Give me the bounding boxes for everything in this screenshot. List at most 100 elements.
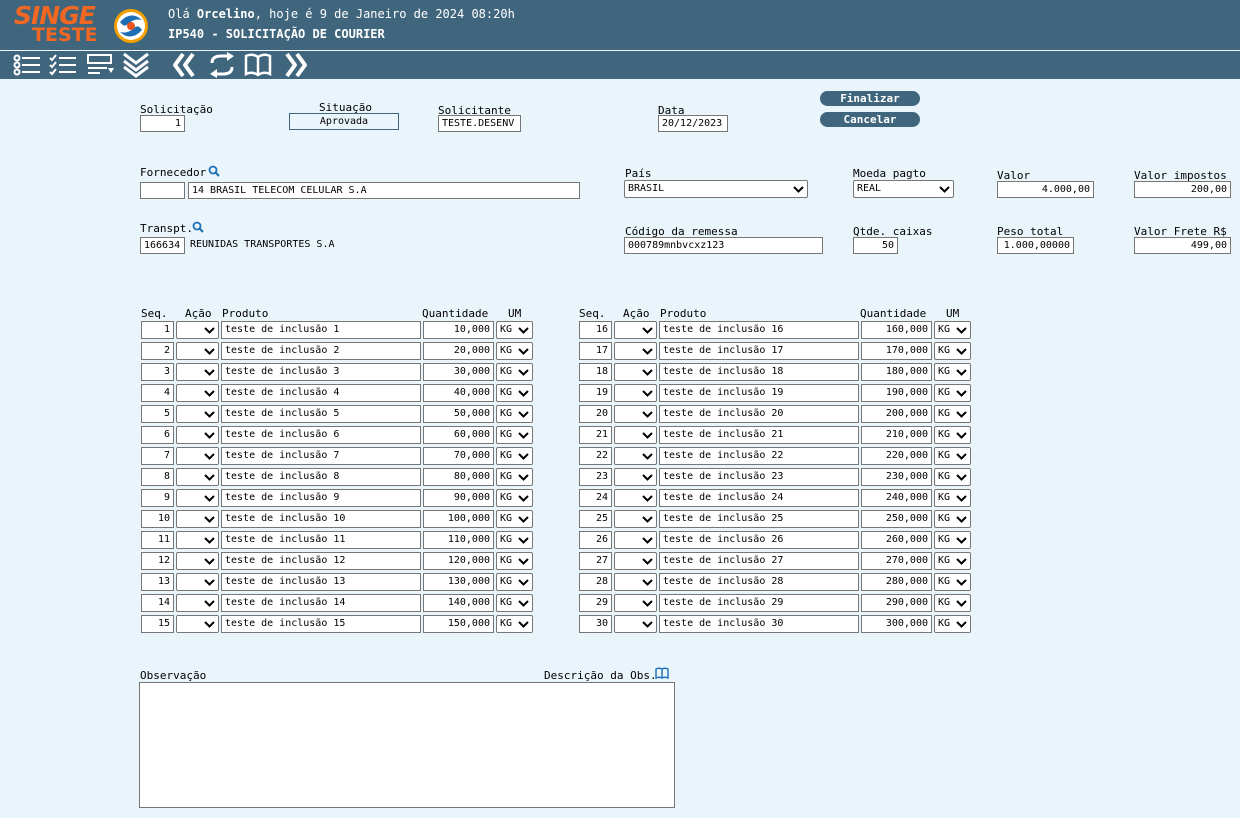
- produto-field[interactable]: teste de inclusão 5: [221, 405, 421, 423]
- valor-impostos-field[interactable]: 200,00: [1134, 181, 1231, 198]
- seq-field[interactable]: 23: [579, 468, 612, 486]
- seq-field[interactable]: 12: [141, 552, 174, 570]
- produto-field[interactable]: teste de inclusão 11: [221, 531, 421, 549]
- quantidade-field[interactable]: 180,000: [861, 363, 932, 381]
- produto-field[interactable]: teste de inclusão 3: [221, 363, 421, 381]
- produto-field[interactable]: teste de inclusão 21: [659, 426, 859, 444]
- produto-field[interactable]: teste de inclusão 26: [659, 531, 859, 549]
- acao-select[interactable]: [614, 384, 657, 402]
- checklist-icon[interactable]: [48, 52, 78, 78]
- acao-select[interactable]: [614, 321, 657, 339]
- um-select[interactable]: KG: [496, 552, 533, 570]
- solicitante-field[interactable]: TESTE.DESENV: [438, 115, 521, 132]
- produto-field[interactable]: teste de inclusão 12: [221, 552, 421, 570]
- produto-field[interactable]: teste de inclusão 13: [221, 573, 421, 591]
- quantidade-field[interactable]: 290,000: [861, 594, 932, 612]
- seq-field[interactable]: 4: [141, 384, 174, 402]
- um-select[interactable]: KG: [934, 489, 971, 507]
- acao-select[interactable]: [614, 405, 657, 423]
- cancelar-button[interactable]: Cancelar: [820, 112, 920, 127]
- quantidade-field[interactable]: 50,000: [423, 405, 494, 423]
- seq-field[interactable]: 24: [579, 489, 612, 507]
- acao-select[interactable]: [176, 573, 219, 591]
- um-select[interactable]: KG: [934, 510, 971, 528]
- um-select[interactable]: KG: [934, 342, 971, 360]
- quantidade-field[interactable]: 200,000: [861, 405, 932, 423]
- finalizar-button[interactable]: Finalizar: [820, 91, 920, 106]
- produto-field[interactable]: teste de inclusão 28: [659, 573, 859, 591]
- um-select[interactable]: KG: [496, 531, 533, 549]
- quantidade-field[interactable]: 120,000: [423, 552, 494, 570]
- acao-select[interactable]: [176, 321, 219, 339]
- acao-select[interactable]: [176, 468, 219, 486]
- um-select[interactable]: KG: [934, 615, 971, 633]
- um-select[interactable]: KG: [934, 552, 971, 570]
- um-select[interactable]: KG: [496, 321, 533, 339]
- quantidade-field[interactable]: 110,000: [423, 531, 494, 549]
- codigo-remessa-field[interactable]: 000789mnbvcxz123: [624, 237, 823, 254]
- seq-field[interactable]: 19: [579, 384, 612, 402]
- seq-field[interactable]: 20: [579, 405, 612, 423]
- produto-field[interactable]: teste de inclusão 10: [221, 510, 421, 528]
- acao-select[interactable]: [614, 531, 657, 549]
- um-select[interactable]: KG: [496, 489, 533, 507]
- produto-field[interactable]: teste de inclusão 25: [659, 510, 859, 528]
- acao-select[interactable]: [614, 615, 657, 633]
- double-chevron-down-icon[interactable]: [121, 52, 151, 78]
- quantidade-field[interactable]: 20,000: [423, 342, 494, 360]
- seq-field[interactable]: 10: [141, 510, 174, 528]
- um-select[interactable]: KG: [934, 321, 971, 339]
- seq-field[interactable]: 26: [579, 531, 612, 549]
- seq-field[interactable]: 14: [141, 594, 174, 612]
- quantidade-field[interactable]: 130,000: [423, 573, 494, 591]
- seq-field[interactable]: 25: [579, 510, 612, 528]
- produto-field[interactable]: teste de inclusão 4: [221, 384, 421, 402]
- seq-field[interactable]: 17: [579, 342, 612, 360]
- um-select[interactable]: KG: [496, 468, 533, 486]
- um-select[interactable]: KG: [496, 384, 533, 402]
- acao-select[interactable]: [614, 447, 657, 465]
- acao-select[interactable]: [176, 594, 219, 612]
- acao-select[interactable]: [614, 594, 657, 612]
- quantidade-field[interactable]: 210,000: [861, 426, 932, 444]
- seq-field[interactable]: 6: [141, 426, 174, 444]
- acao-select[interactable]: [176, 363, 219, 381]
- produto-field[interactable]: teste de inclusão 16: [659, 321, 859, 339]
- solicitacao-field[interactable]: 1: [140, 115, 185, 132]
- quantidade-field[interactable]: 140,000: [423, 594, 494, 612]
- seq-field[interactable]: 11: [141, 531, 174, 549]
- acao-select[interactable]: [614, 468, 657, 486]
- quantidade-field[interactable]: 240,000: [861, 489, 932, 507]
- acao-select[interactable]: [176, 342, 219, 360]
- refresh-icon[interactable]: [207, 52, 237, 78]
- quantidade-field[interactable]: 10,000: [423, 321, 494, 339]
- book-icon[interactable]: [243, 52, 273, 78]
- acao-select[interactable]: [614, 510, 657, 528]
- seq-field[interactable]: 27: [579, 552, 612, 570]
- produto-field[interactable]: teste de inclusão 2: [221, 342, 421, 360]
- peso-total-field[interactable]: 1.000,00000: [997, 237, 1074, 254]
- acao-select[interactable]: [614, 573, 657, 591]
- acao-select[interactable]: [176, 447, 219, 465]
- seq-field[interactable]: 15: [141, 615, 174, 633]
- acao-select[interactable]: [176, 489, 219, 507]
- produto-field[interactable]: teste de inclusão 14: [221, 594, 421, 612]
- produto-field[interactable]: teste de inclusão 30: [659, 615, 859, 633]
- um-select[interactable]: KG: [496, 426, 533, 444]
- acao-select[interactable]: [614, 552, 657, 570]
- data-field[interactable]: 20/12/2023: [658, 115, 728, 132]
- list-icon[interactable]: [12, 52, 42, 78]
- produto-field[interactable]: teste de inclusão 22: [659, 447, 859, 465]
- acao-select[interactable]: [176, 405, 219, 423]
- seq-field[interactable]: 28: [579, 573, 612, 591]
- produto-field[interactable]: teste de inclusão 7: [221, 447, 421, 465]
- produto-field[interactable]: teste de inclusão 27: [659, 552, 859, 570]
- acao-select[interactable]: [176, 615, 219, 633]
- um-select[interactable]: KG: [496, 405, 533, 423]
- transp-search-icon[interactable]: [192, 221, 204, 233]
- seq-field[interactable]: 9: [141, 489, 174, 507]
- um-select[interactable]: KG: [496, 594, 533, 612]
- um-select[interactable]: KG: [934, 573, 971, 591]
- um-select[interactable]: KG: [934, 384, 971, 402]
- quantidade-field[interactable]: 260,000: [861, 531, 932, 549]
